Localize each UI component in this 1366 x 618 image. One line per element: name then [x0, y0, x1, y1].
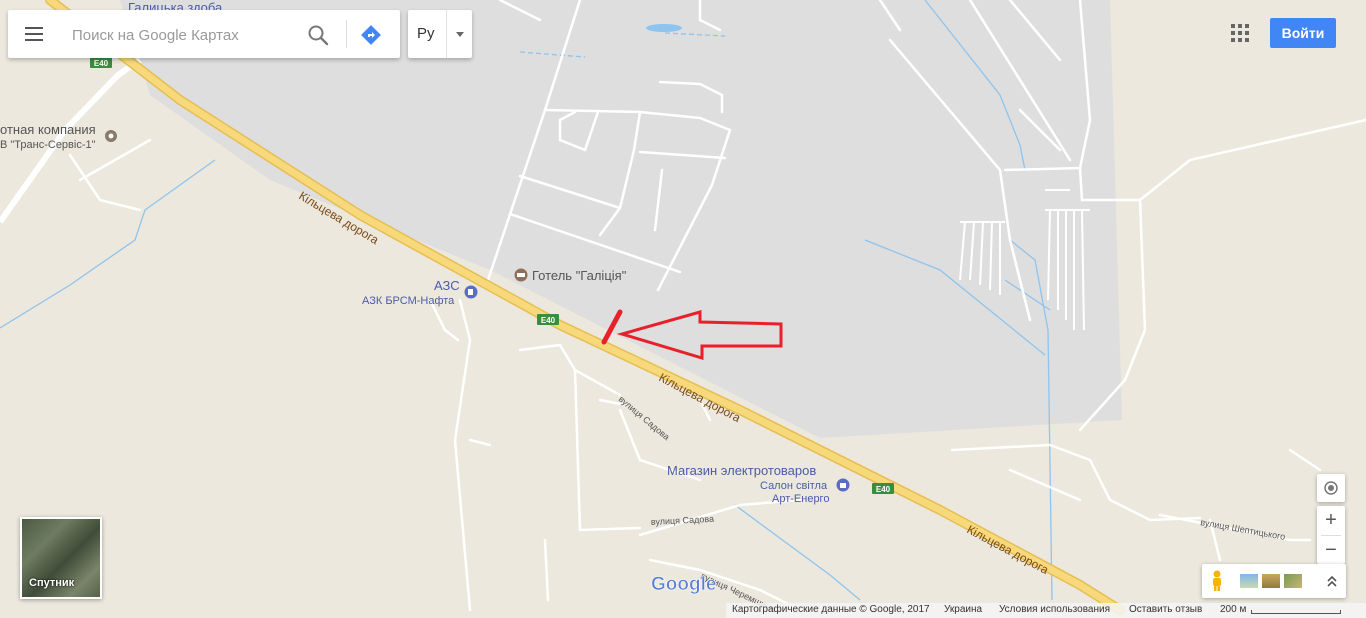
divider	[446, 10, 447, 58]
apps-grid-icon[interactable]	[1231, 24, 1249, 42]
svg-text:E40: E40	[94, 59, 109, 68]
shop-label[interactable]: Магазин электротоваров	[667, 463, 816, 478]
country-link[interactable]: Украина	[944, 604, 982, 615]
my-location-button[interactable]	[1317, 474, 1345, 502]
imagery-thumbnail[interactable]	[1284, 574, 1302, 588]
gas-station-name[interactable]: АЗК БРСМ-Нафта	[362, 295, 455, 307]
street-view-bar	[1202, 564, 1346, 598]
e40-shield: E40	[537, 314, 559, 325]
svg-text:E40: E40	[541, 316, 556, 325]
chevron-down-icon[interactable]	[456, 32, 464, 37]
shop-icon[interactable]	[836, 478, 850, 492]
chevron-up-icon[interactable]	[1326, 574, 1338, 588]
divider	[346, 20, 347, 48]
e40-shield: E40	[90, 57, 112, 68]
pegman-icon[interactable]	[1210, 570, 1224, 592]
google-logo: Google	[651, 574, 716, 595]
search-box	[8, 10, 400, 58]
hotel-label[interactable]: Готель "Галіція"	[532, 268, 627, 283]
svg-text:E40: E40	[876, 485, 891, 494]
e40-shield: E40	[872, 483, 894, 494]
feedback-link[interactable]: Оставить отзыв	[1129, 604, 1202, 615]
sign-in-button[interactable]: Войти	[1270, 18, 1336, 48]
zoom-out-button[interactable]: −	[1317, 536, 1345, 564]
directions-icon[interactable]	[359, 23, 383, 47]
map-canvas[interactable]: E40 E40 E40 Кільцева дорога Кільцева дор…	[0, 0, 1366, 618]
copyright-text: Картографические данные © Google, 2017	[732, 604, 930, 615]
menu-icon[interactable]	[22, 24, 46, 44]
imagery-thumbnail[interactable]	[1262, 574, 1280, 588]
search-icon[interactable]	[306, 23, 330, 47]
zoom-in-button[interactable]: +	[1317, 506, 1345, 534]
scale-label[interactable]: 200 м	[1220, 604, 1246, 615]
salon-label[interactable]: Арт-Енерго	[772, 493, 829, 505]
language-selector[interactable]: Ру	[408, 10, 472, 58]
terms-link[interactable]: Условия использования	[999, 604, 1110, 615]
gas-station-label[interactable]: АЗС	[434, 278, 460, 293]
poi-label[interactable]: отная компания	[0, 122, 96, 137]
my-location-icon	[1324, 481, 1338, 495]
satellite-label: Спутник	[29, 577, 75, 589]
salon-label[interactable]: Салон світла	[760, 480, 828, 492]
poi-label[interactable]: В "Транс-Сервіс-1"	[0, 139, 96, 151]
imagery-thumbnail[interactable]	[1240, 574, 1258, 588]
language-label: Ру	[417, 25, 435, 42]
attribution-bar: Картографические данные © Google, 2017 У…	[726, 603, 1366, 618]
zoom-control: + −	[1317, 506, 1345, 564]
search-input[interactable]	[70, 22, 294, 48]
company-icon[interactable]	[105, 130, 117, 142]
satellite-toggle[interactable]: Спутник	[20, 517, 102, 599]
gas-station-icon[interactable]	[464, 285, 478, 299]
hotel-icon[interactable]	[514, 268, 528, 282]
scale-bar	[1251, 610, 1341, 614]
